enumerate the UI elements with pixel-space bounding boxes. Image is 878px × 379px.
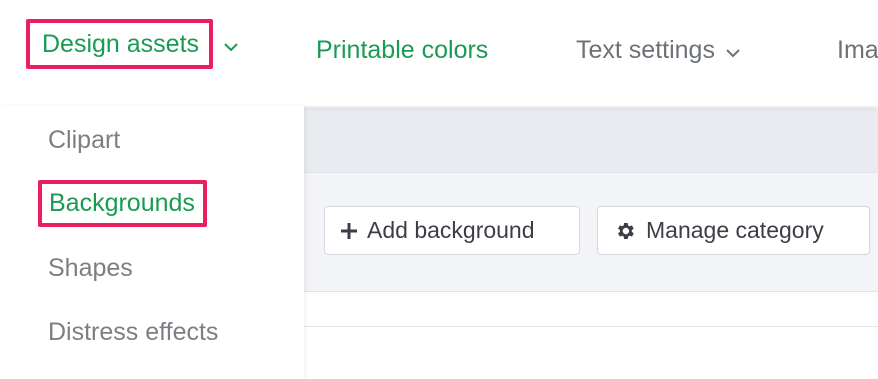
chevron-down-icon bbox=[223, 30, 239, 59]
manage-category-label: Manage category bbox=[646, 217, 824, 243]
dropdown-item-distress-effects[interactable]: Distress effects bbox=[48, 312, 218, 352]
design-assets-highlight: Design assets bbox=[26, 19, 214, 69]
nav-text-settings[interactable]: Text settings bbox=[576, 30, 741, 70]
gear-icon bbox=[614, 220, 636, 242]
app-canvas: Add background Manage category Design as… bbox=[0, 0, 878, 379]
nav-design-assets[interactable]: Design assets bbox=[26, 19, 239, 69]
content-divider bbox=[304, 326, 878, 327]
dropdown-item-shapes[interactable]: Shapes bbox=[48, 248, 133, 288]
dropdown-item-backgrounds[interactable]: Backgrounds bbox=[38, 180, 207, 227]
nav-images[interactable]: Ima bbox=[837, 30, 878, 70]
add-background-label: Add background bbox=[367, 217, 535, 243]
nav-design-assets-label: Design assets bbox=[42, 29, 200, 58]
dropdown-item-clipart[interactable]: Clipart bbox=[48, 120, 120, 160]
add-background-button[interactable]: Add background bbox=[324, 206, 580, 255]
nav-text-settings-label: Text settings bbox=[576, 35, 715, 64]
chevron-down-icon bbox=[725, 36, 741, 65]
plus-icon bbox=[341, 222, 357, 239]
nav-images-label: Ima bbox=[837, 35, 878, 64]
content-header-band bbox=[304, 108, 878, 172]
nav-printable-colors[interactable]: Printable colors bbox=[316, 30, 488, 70]
manage-category-button[interactable]: Manage category bbox=[597, 206, 870, 255]
top-navigation: Design assets Printable colors Text sett… bbox=[0, 0, 878, 106]
design-assets-dropdown: Clipart Backgrounds Shapes Distress effe… bbox=[0, 106, 304, 379]
nav-printable-colors-label: Printable colors bbox=[316, 35, 489, 64]
